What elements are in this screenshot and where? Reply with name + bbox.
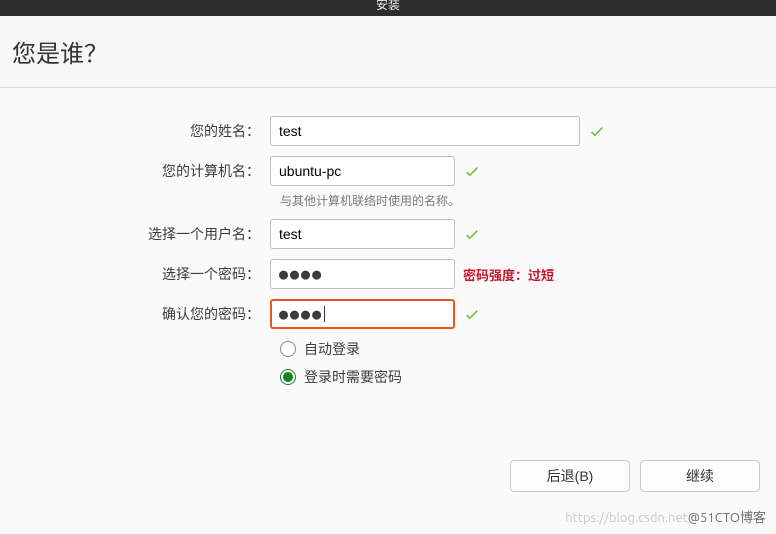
radio-icon	[280, 341, 296, 357]
hostname-input[interactable]	[270, 156, 455, 186]
label-confirm: 确认您的密码：	[20, 304, 270, 324]
username-input[interactable]	[270, 219, 455, 249]
back-button[interactable]: 后退(B)	[510, 460, 630, 492]
label-name: 您的姓名：	[20, 121, 270, 141]
password-strength: 密码强度：过短	[463, 265, 554, 284]
label-hostname: 您的计算机名：	[20, 161, 270, 181]
footer-buttons: 后退(B) 继续	[510, 460, 760, 492]
label-username: 选择一个用户名：	[20, 224, 270, 244]
radio-label-require: 登录时需要密码	[304, 367, 402, 387]
check-icon	[463, 225, 481, 243]
form-area: 您的姓名： 您的计算机名： 与其他计算机联络时使用的名称。 选择一个用户名： 选…	[0, 88, 776, 405]
check-icon	[463, 305, 481, 323]
window-title: 安装	[376, 0, 400, 12]
text-cursor	[324, 306, 325, 322]
page-header: 您是谁？	[0, 16, 776, 88]
page-title: 您是谁？	[12, 40, 108, 67]
watermark: https://blog.csdn.net@51CTO博客	[565, 507, 766, 526]
name-input[interactable]	[270, 116, 580, 146]
radio-require-password[interactable]: 登录时需要密码	[280, 367, 756, 387]
password-input[interactable]: ●●●●	[270, 259, 455, 289]
radio-label-auto: 自动登录	[304, 339, 360, 359]
radio-auto-login[interactable]: 自动登录	[280, 339, 756, 359]
radio-icon	[280, 369, 296, 385]
check-icon	[463, 162, 481, 180]
window-titlebar: 安装	[0, 0, 776, 16]
continue-button[interactable]: 继续	[640, 460, 760, 492]
label-password: 选择一个密码：	[20, 264, 270, 284]
hostname-hint: 与其他计算机联络时使用的名称。	[280, 192, 756, 209]
confirm-password-input[interactable]: ●●●●	[270, 299, 455, 329]
check-icon	[588, 122, 606, 140]
